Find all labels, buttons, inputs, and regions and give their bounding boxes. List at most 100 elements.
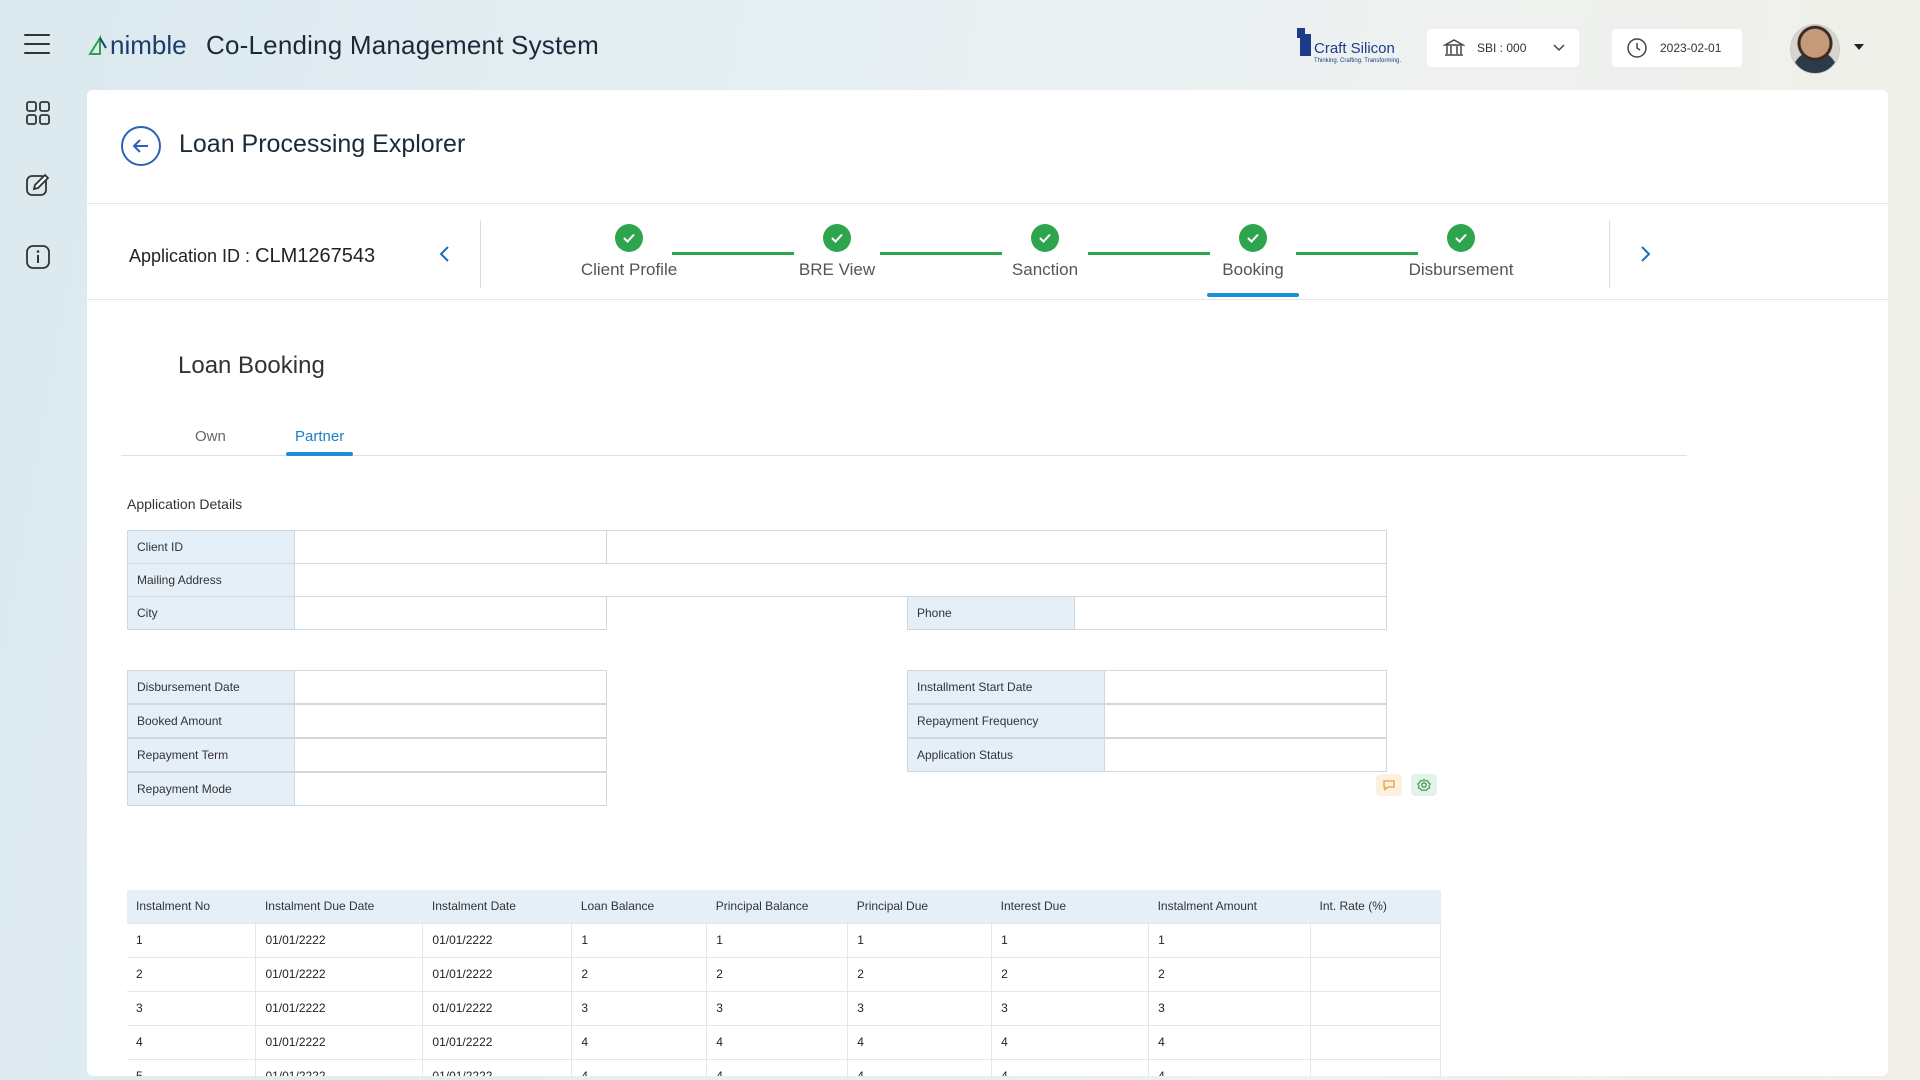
column-header: Instalment Date xyxy=(422,890,572,923)
table-cell: 3 xyxy=(127,990,257,1026)
client-id-field[interactable] xyxy=(294,530,607,564)
table-row[interactable]: 2 01/01/2222 01/01/2222 2 2 2 2 2 xyxy=(127,956,1441,992)
table-cell: 3 xyxy=(706,990,849,1026)
field-label-application-status: Application Status xyxy=(907,738,1105,772)
check-icon xyxy=(1031,224,1059,252)
application-details-title: Application Details xyxy=(127,496,243,512)
booked-amount-field[interactable] xyxy=(294,704,607,738)
tab-bar-divider xyxy=(121,455,1687,456)
table-cell: 01/01/2222 xyxy=(255,922,424,958)
table-row[interactable]: 3 01/01/2222 01/01/2222 3 3 3 3 3 xyxy=(127,990,1441,1026)
tab-own[interactable]: Own xyxy=(195,428,226,445)
table-cell: 1 xyxy=(127,922,257,958)
logo-text: nimble xyxy=(110,30,187,60)
table-cell xyxy=(1310,956,1441,992)
table-cell: 4 xyxy=(571,1058,708,1076)
phone-field[interactable] xyxy=(1074,596,1387,630)
field-label-mailing-address: Mailing Address xyxy=(127,563,295,597)
table-cell: 1 xyxy=(571,922,708,958)
chevron-right-icon[interactable] xyxy=(1635,242,1655,266)
step-disbursement[interactable]: Disbursement xyxy=(1391,224,1531,280)
instalment-schedule-table: Instalment No Instalment Due Date Instal… xyxy=(127,890,1441,1076)
client-name-field[interactable] xyxy=(606,530,1387,564)
repayment-mode-field[interactable] xyxy=(294,772,607,806)
application-id-label: Application ID : xyxy=(129,246,251,266)
table-cell: 4 xyxy=(991,1024,1150,1060)
divider xyxy=(87,299,1888,300)
city-field[interactable] xyxy=(294,596,607,630)
comment-button[interactable] xyxy=(1376,774,1402,796)
column-header: Principal Balance xyxy=(706,890,848,923)
column-header: Principal Due xyxy=(847,890,992,923)
chat-bubble-icon xyxy=(1383,780,1395,791)
craft-silicon-logo-icon xyxy=(1297,28,1311,56)
dashboard-icon[interactable] xyxy=(24,99,52,127)
divider xyxy=(87,203,1888,204)
table-cell: 01/01/2222 xyxy=(255,1024,424,1060)
table-cell: 1 xyxy=(847,922,993,958)
table-cell: 01/01/2222 xyxy=(422,922,573,958)
field-label-phone: Phone xyxy=(907,596,1075,630)
table-row[interactable]: 5 01/01/2222 01/01/2222 4 4 4 4 4 xyxy=(127,1058,1441,1076)
table-cell: 3 xyxy=(571,990,708,1026)
table-row[interactable]: 1 01/01/2222 01/01/2222 1 1 1 1 1 xyxy=(127,922,1441,958)
table-cell: 01/01/2222 xyxy=(422,1058,573,1076)
table-cell: 2 xyxy=(991,956,1150,992)
chevron-left-icon[interactable] xyxy=(435,242,455,266)
field-label-repayment-frequency: Repayment Frequency xyxy=(907,704,1105,738)
bank-selector-value: SBI : 000 xyxy=(1477,41,1527,55)
table-cell: 2 xyxy=(1148,956,1311,992)
table-cell: 1 xyxy=(1148,922,1311,958)
view-button[interactable] xyxy=(1411,774,1437,796)
check-icon xyxy=(1239,224,1267,252)
step-label: Disbursement xyxy=(1408,260,1514,279)
check-icon xyxy=(1447,224,1475,252)
table-cell: 3 xyxy=(991,990,1150,1026)
table-cell: 01/01/2222 xyxy=(422,1024,573,1060)
table-cell: 01/01/2222 xyxy=(255,956,424,992)
step-label: Booking xyxy=(1222,260,1284,279)
column-header: Instalment No xyxy=(127,890,256,923)
section-title: Loan Booking xyxy=(178,352,325,379)
application-id-value: CLM1267543 xyxy=(255,245,376,267)
column-header: Int. Rate (%) xyxy=(1310,890,1441,923)
check-icon xyxy=(615,224,643,252)
table-cell xyxy=(1310,1058,1441,1076)
info-icon[interactable] xyxy=(24,243,52,271)
current-date: 2023-02-01 xyxy=(1660,41,1722,55)
active-step-indicator xyxy=(1207,293,1299,297)
repayment-frequency-field[interactable] xyxy=(1104,704,1387,738)
date-display[interactable]: 2023-02-01 xyxy=(1612,29,1742,67)
back-button[interactable] xyxy=(121,126,161,166)
user-avatar[interactable] xyxy=(1790,24,1840,74)
repayment-term-field[interactable] xyxy=(294,738,607,772)
table-cell: 5 xyxy=(127,1058,257,1076)
table-cell xyxy=(1310,922,1441,958)
bank-selector[interactable]: SBI : 000 xyxy=(1427,29,1579,67)
table-row[interactable]: 4 01/01/2222 01/01/2222 4 4 4 4 4 xyxy=(127,1024,1441,1060)
tab-partner[interactable]: Partner xyxy=(295,428,344,445)
partner-logo-tagline: Thinking. Crafting. Transforming. xyxy=(1314,58,1402,64)
user-menu-caret-icon[interactable] xyxy=(1854,44,1864,50)
table-cell: 2 xyxy=(706,956,849,992)
column-header: Instalment Amount xyxy=(1148,890,1311,923)
table-cell xyxy=(1310,990,1441,1026)
page-title: Loan Processing Explorer xyxy=(179,130,466,158)
nimble-logo: nimble xyxy=(88,30,187,61)
field-label-city: City xyxy=(127,596,295,630)
nimble-logo-icon xyxy=(88,34,107,55)
menu-icon[interactable] xyxy=(24,34,50,54)
edit-icon[interactable] xyxy=(24,171,52,199)
table-header-row: Instalment No Instalment Due Date Instal… xyxy=(127,890,1441,923)
field-label-repayment-term: Repayment Term xyxy=(127,738,295,772)
eye-settings-icon xyxy=(1416,778,1432,792)
step-label: BRE View xyxy=(798,260,876,279)
arrow-left-icon xyxy=(132,139,148,153)
table-cell: 4 xyxy=(847,1024,993,1060)
installment-start-date-field[interactable] xyxy=(1104,670,1387,704)
table-cell: 4 xyxy=(706,1058,849,1076)
mailing-address-field[interactable] xyxy=(294,563,1387,597)
disbursement-date-field[interactable] xyxy=(294,670,607,704)
application-status-field[interactable] xyxy=(1104,738,1387,772)
table-cell: 01/01/2222 xyxy=(422,990,573,1026)
